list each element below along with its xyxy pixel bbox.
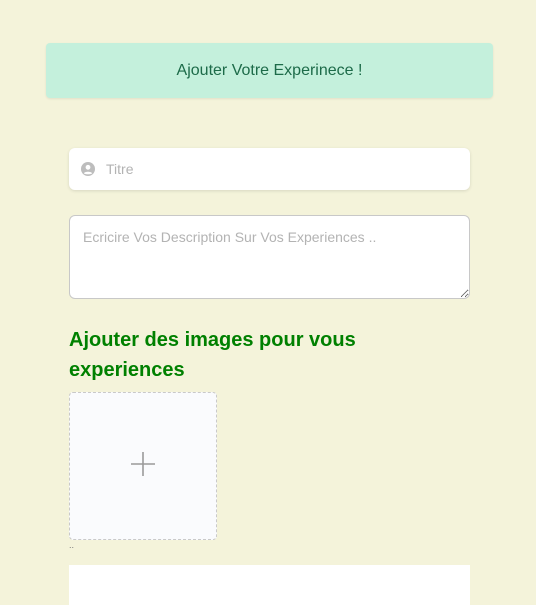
page-banner: Ajouter Votre Experinece ! xyxy=(46,43,493,98)
upload-caption: .. xyxy=(69,540,75,550)
title-field[interactable] xyxy=(69,148,470,190)
user-circle-icon xyxy=(81,162,95,176)
description-textarea[interactable] xyxy=(69,215,470,299)
title-input[interactable] xyxy=(106,161,446,177)
banner-text: Ajouter Votre Experinece ! xyxy=(176,61,363,79)
plus-icon xyxy=(130,451,156,482)
image-upload-button[interactable] xyxy=(69,392,217,540)
bottom-card xyxy=(69,565,470,605)
images-section-heading: Ajouter des images pour vous experiences xyxy=(69,329,356,381)
